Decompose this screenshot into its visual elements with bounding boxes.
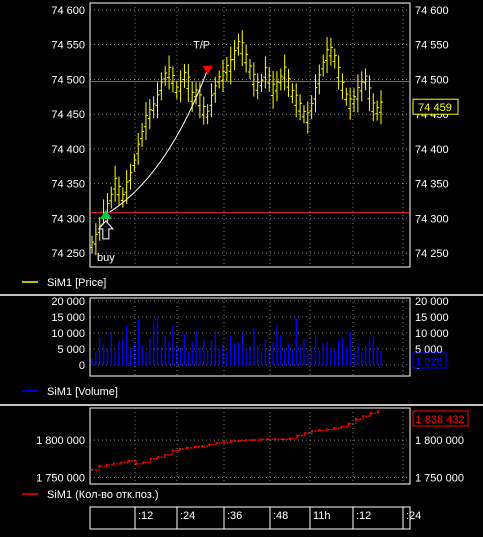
price-right-tick-label: 74 500 — [415, 74, 449, 86]
volume-left-tick-label: 15 000 — [51, 312, 85, 324]
volume-right-tick-label: 10 000 — [415, 328, 449, 340]
positions-point — [362, 415, 365, 418]
price-left-tick-label: 74 250 — [51, 248, 85, 260]
volume-last-value-label: 1 926 — [415, 356, 443, 368]
volume-right-tick-label: 15 000 — [415, 312, 449, 324]
positions-plot-frame — [89, 407, 411, 485]
positions-point — [340, 425, 343, 428]
positions-point — [127, 459, 130, 462]
positions-point — [179, 447, 181, 450]
positions-point — [223, 441, 225, 444]
positions-point — [120, 461, 123, 464]
price-right-tick-label: 74 250 — [415, 248, 449, 260]
positions-point — [171, 449, 174, 452]
positions-point — [164, 453, 167, 456]
positions-point — [142, 461, 145, 464]
price-left-tick-label: 74 500 — [51, 74, 85, 86]
positions-point — [193, 445, 196, 448]
positions-point — [215, 442, 218, 445]
positions-point — [303, 432, 306, 435]
positions-point — [296, 434, 299, 437]
positions-point — [252, 439, 255, 442]
price-right-tick-label: 74 350 — [415, 179, 449, 191]
price-left-tick-label: 74 550 — [51, 40, 85, 52]
volume-legend-label: SiM1 [Volume] — [47, 386, 118, 398]
price-right-tick-label: 74 400 — [415, 144, 449, 156]
price-right-tick-label: 74 600 — [415, 5, 449, 17]
positions-last-value-label: 1 838 432 — [416, 414, 465, 426]
time-axis-tick-label: :24 — [180, 510, 195, 522]
trade-connector-curve — [109, 69, 209, 213]
positions-point — [237, 439, 240, 442]
positions-point — [325, 428, 328, 431]
positions-point — [318, 429, 321, 432]
positions-point — [355, 418, 357, 421]
time-axis-tick-label: 11h — [313, 510, 331, 522]
positions-point — [113, 462, 115, 465]
positions-point — [91, 468, 93, 471]
time-axis-tick-label: :48 — [273, 510, 288, 522]
price-right-tick-label: 74 550 — [415, 40, 449, 52]
positions-point — [98, 465, 101, 468]
positions-point — [369, 412, 372, 415]
time-axis-tick-label: :12 — [356, 510, 371, 522]
price-left-tick-label: 74 350 — [51, 179, 85, 191]
price-right-tick-label: 74 300 — [415, 213, 449, 225]
buy-arrow-icon — [97, 220, 114, 240]
positions-point — [377, 410, 379, 413]
price-legend-label: SiM1 [Price] — [47, 277, 106, 289]
positions-point — [105, 464, 108, 466]
positions-legend-label: SiM1 (Кол-во отк.поз.) — [47, 489, 159, 501]
chart-window: 74 600 74 600 74 550 74 550 74 500 74 500 74 4… — [0, 0, 483, 532]
positions-point — [259, 438, 262, 441]
volume-left-tick-label: 20 000 — [51, 296, 85, 308]
positions-point — [347, 422, 350, 425]
positions-point — [311, 430, 313, 433]
positions-point — [289, 437, 291, 440]
buy-label: buy — [97, 252, 115, 264]
price-last-value-label: 74 459 — [418, 102, 452, 114]
positions-left-tick-label: 1 800 000 — [36, 435, 85, 447]
positions-right-tick-label: 1 750 000 — [415, 472, 464, 484]
positions-point — [245, 439, 247, 442]
positions-point — [230, 440, 233, 443]
time-axis-tick-label: :24 — [406, 510, 421, 522]
positions-right-tick-label: 1 800 000 — [415, 435, 464, 447]
positions-point — [333, 427, 335, 430]
positions-point — [274, 438, 277, 441]
positions-point — [281, 438, 284, 441]
time-axis-tick-label: :36 — [227, 510, 242, 522]
positions-point — [149, 457, 152, 460]
price-left-tick-label: 74 450 — [51, 109, 85, 121]
positions-point — [157, 456, 159, 459]
positions-point — [208, 443, 211, 446]
positions-point — [267, 438, 269, 441]
volume-left-tick-label: 10 000 — [51, 328, 85, 340]
price-left-tick-label: 74 400 — [51, 144, 85, 156]
volume-left-tick-label: 5 000 — [57, 344, 85, 356]
positions-point — [201, 445, 203, 447]
chart-canvas[interactable]: 74 600 74 600 74 550 74 550 74 500 74 500 74 4… — [0, 0, 483, 532]
price-left-tick-label: 74 600 — [51, 5, 85, 17]
take-profit-label: T/P — [193, 40, 210, 52]
take-profit-marker[interactable] — [202, 65, 213, 75]
positions-point — [186, 446, 189, 449]
price-left-tick-label: 74 300 — [51, 213, 85, 225]
volume-right-tick-label: 20 000 — [415, 296, 449, 308]
positions-left-tick-label: 1 750 000 — [36, 472, 85, 484]
time-axis-tick-label: :12 — [138, 510, 153, 522]
volume-left-tick-label: 0 — [79, 360, 85, 372]
